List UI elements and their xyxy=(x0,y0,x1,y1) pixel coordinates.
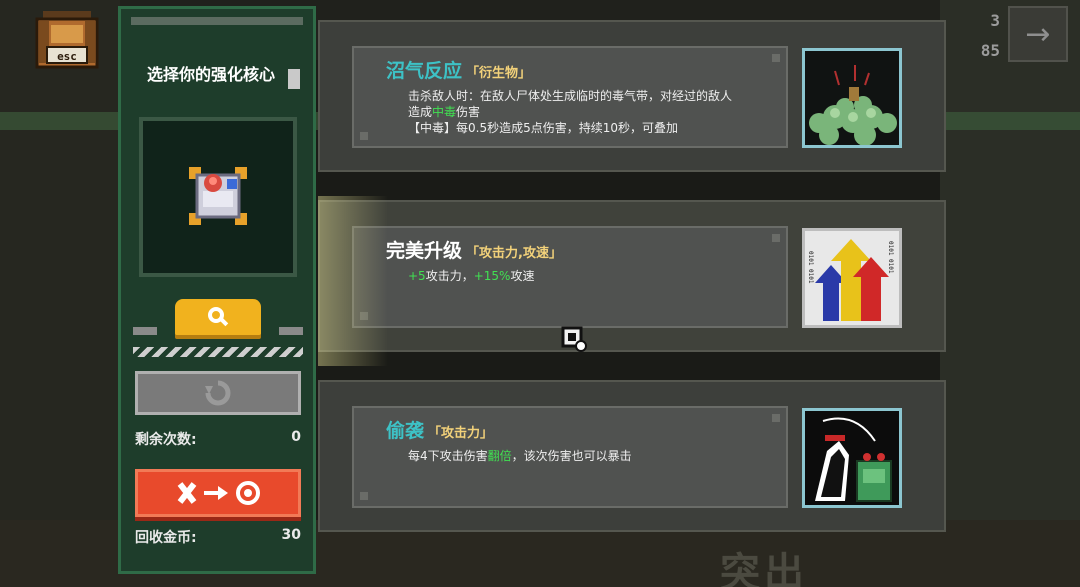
corner-dot xyxy=(772,234,780,242)
option-card-2[interactable]: 完美升级 「攻击力,攻速」 +5攻击力，+15%攻速 0101 0101 0101… xyxy=(318,200,946,352)
upgrade-arrows-icon: 0101 0101 0101 0101 xyxy=(805,231,899,325)
option-info-box: 完美升级 「攻击力,攻速」 +5攻击力，+15%攻速 xyxy=(352,226,788,328)
hud-top-value: 85 xyxy=(980,41,1000,60)
recycle-button[interactable] xyxy=(135,469,301,517)
option-info-box: 沼气反应 「衍生物」 击杀敌人时：在敌人尸体处生成临时的毒气带，对经过的敌人 造成中… xyxy=(352,46,788,148)
option-tag: 「攻击力,攻速」 xyxy=(466,246,562,261)
option-description: +5攻击力，+15%攻速 xyxy=(408,268,788,284)
option-image: 0101 0101 0101 0101 xyxy=(802,228,902,328)
option-name: 沼气反应 「衍生物」 xyxy=(386,56,531,83)
panel-hazard-stripes xyxy=(133,347,303,357)
option-name-text: 沼气反应 xyxy=(386,60,463,82)
recycle-label: 回收金币: xyxy=(135,530,197,546)
option-name-text: 偷袭 xyxy=(386,420,425,442)
option-tag: 「衍生物」 xyxy=(466,66,532,81)
description-text: 伤害 xyxy=(456,105,481,119)
description-text: 攻速 xyxy=(510,269,535,283)
description-text: 每4下攻击伤害 xyxy=(408,449,488,463)
description-text: 造成 xyxy=(408,105,433,119)
option-name: 偷袭 「攻击力」 xyxy=(386,416,493,443)
corner-dot xyxy=(360,312,368,320)
svg-text:0101 0101: 0101 0101 xyxy=(887,241,894,274)
panel-divider-left xyxy=(133,327,157,335)
core-device-icon xyxy=(189,167,247,225)
description-line: 击杀敌人时：在敌人尸体处生成临时的毒气带，对经过的敌人 xyxy=(408,88,788,104)
description-highlight: +5 xyxy=(408,269,426,283)
option-description: 击杀敌人时：在敌人尸体处生成临时的毒气带，对经过的敌人 造成中毒伤害 【中毒】每0.… xyxy=(408,88,788,136)
recycle-value: 30 xyxy=(281,527,301,543)
core-selection-panel: 选择你的强化核心 剩余次数: 0 回收金币: 30 xyxy=(118,6,316,574)
remaining-count-row: 剩余次数: 0 xyxy=(135,429,301,449)
corner-dot xyxy=(360,132,368,140)
selected-core-slot xyxy=(139,117,297,277)
magnifier-icon xyxy=(208,307,229,327)
next-arrow-button[interactable]: → xyxy=(1008,6,1068,62)
hud-stats: 3 85 xyxy=(981,6,1000,66)
description-highlight: 中毒 xyxy=(432,105,457,119)
backpack-icon: esc xyxy=(35,11,99,69)
remaining-value: 0 xyxy=(291,429,301,445)
recycle-to-coin-icon xyxy=(177,481,260,505)
background-floor-text: 突出 xyxy=(720,550,808,587)
description-line: 【中毒】每0.5秒造成5点伤害，持续10秒，可叠加 xyxy=(408,120,788,136)
description-line: 造成中毒伤害 xyxy=(408,104,788,120)
corner-dot xyxy=(772,54,780,62)
gas-cloud-icon xyxy=(805,51,899,146)
corner-dot xyxy=(360,492,368,500)
refresh-icon xyxy=(205,380,231,406)
recycle-coin-row: 回收金币: 30 xyxy=(135,527,301,547)
svg-text:esc: esc xyxy=(57,50,77,63)
option-tag: 「攻击力」 xyxy=(428,426,494,441)
option-image xyxy=(802,48,902,148)
description-text: 攻击力， xyxy=(425,269,474,283)
panel-title: 选择你的强化核心 xyxy=(146,65,275,84)
option-card-1[interactable]: 沼气反应 「衍生物」 击杀敌人时：在敌人尸体处生成临时的毒气带，对经过的敌人 造成中… xyxy=(318,20,946,172)
option-description: 每4下攻击伤害翻倍，该次伤害也可以暴击 xyxy=(408,448,788,464)
option-image xyxy=(802,408,902,508)
svg-text:0101 0101: 0101 0101 xyxy=(807,251,814,284)
description-line: +5攻击力，+15%攻速 xyxy=(408,268,788,284)
refresh-button[interactable] xyxy=(135,371,301,415)
pointer-cursor-icon xyxy=(561,326,587,352)
description-line: 每4下攻击伤害翻倍，该次伤害也可以暴击 xyxy=(408,448,788,464)
ninja-sneak-icon xyxy=(805,411,899,505)
description-text: ，该次伤害也可以暴击 xyxy=(511,449,632,463)
backpack-esc-button[interactable]: esc xyxy=(33,7,101,71)
option-name-text: 完美升级 xyxy=(386,240,463,262)
background-right-wall xyxy=(940,0,1080,587)
option-info-box: 偷袭 「攻击力」 每4下攻击伤害翻倍，该次伤害也可以暴击 xyxy=(352,406,788,508)
panel-top-bar xyxy=(131,17,303,25)
description-highlight: +15% xyxy=(473,269,511,283)
option-name: 完美升级 「攻击力,攻速」 xyxy=(386,236,562,263)
inspect-button[interactable] xyxy=(175,299,261,335)
remaining-label: 剩余次数: xyxy=(135,432,197,448)
option-card-3[interactable]: 偷袭 「攻击力」 每4下攻击伤害翻倍，该次伤害也可以暴击 xyxy=(318,380,946,532)
background-left-wall xyxy=(0,0,120,587)
corner-dot xyxy=(772,414,780,422)
description-text: 【中毒】每0.5秒造成5点伤害，持续10秒，可叠加 xyxy=(408,121,678,135)
arrow-right-icon: → xyxy=(1025,16,1051,52)
description-text: 击杀敌人时：在敌人尸体处生成临时的毒气带，对经过的敌人 xyxy=(408,89,733,103)
panel-divider-right xyxy=(279,327,303,335)
description-highlight: 翻倍 xyxy=(487,449,512,463)
panel-flag-icon xyxy=(288,69,300,89)
hud-top-count: 3 xyxy=(990,11,1000,30)
